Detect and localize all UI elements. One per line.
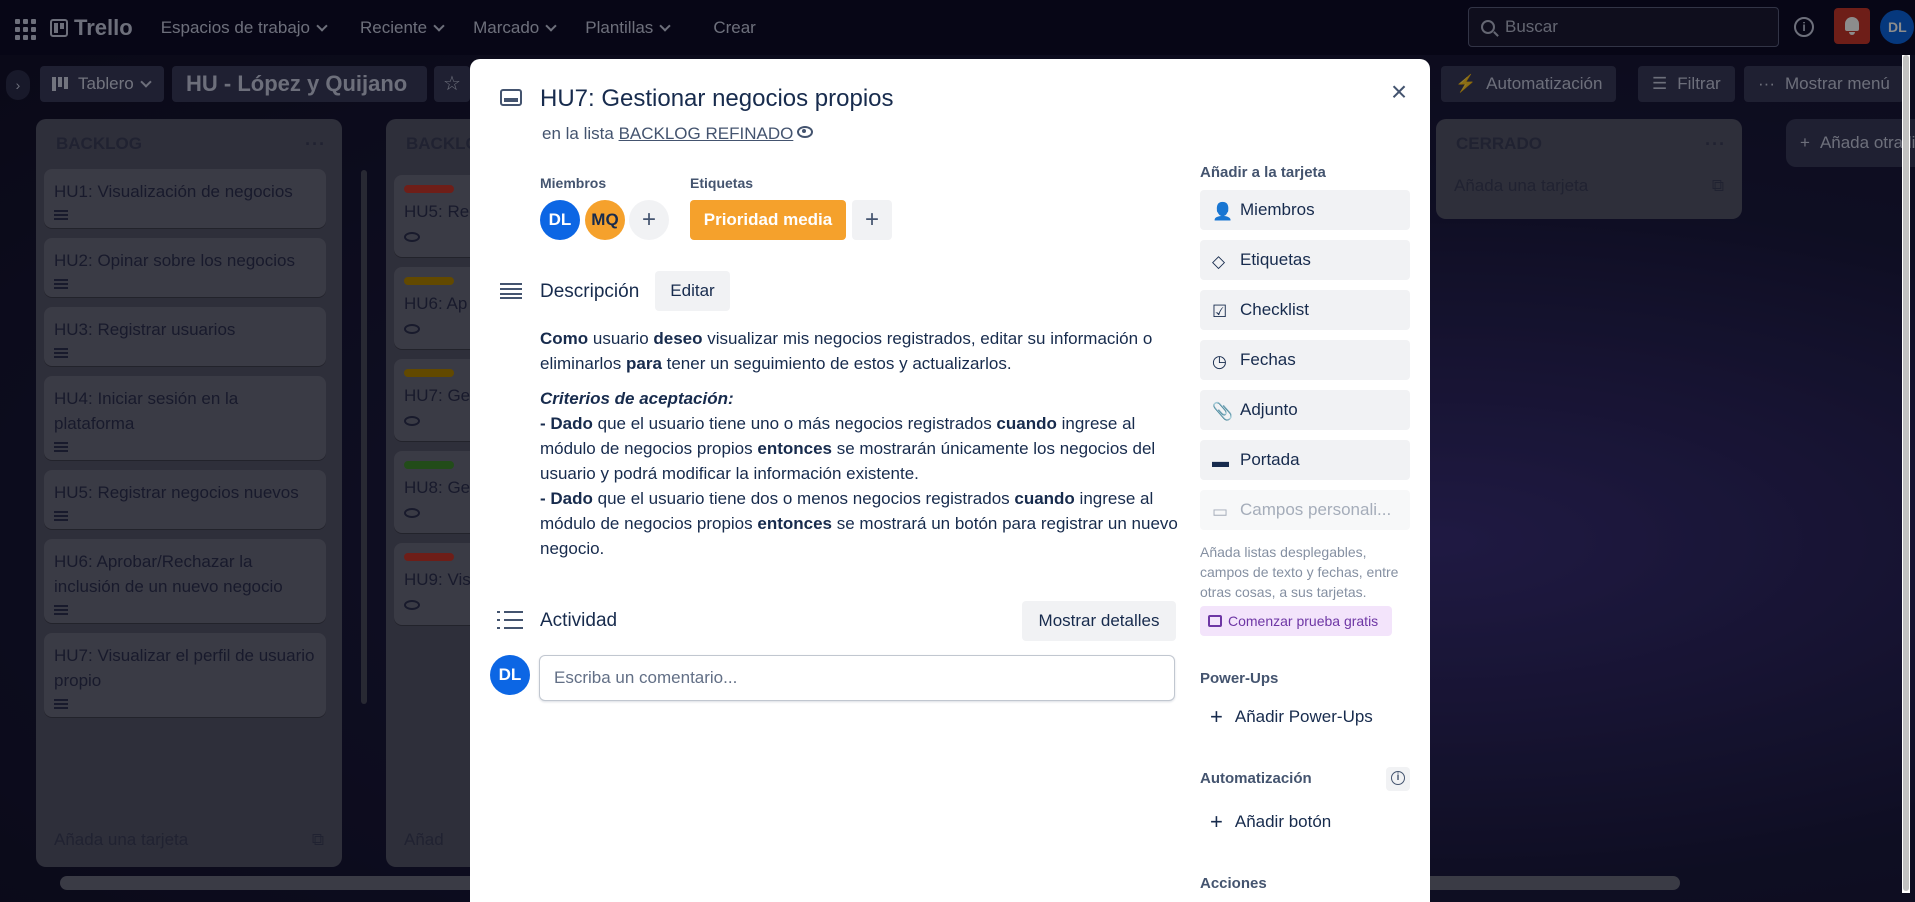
add-button-button[interactable]: + Añadir botón <box>1200 802 1410 842</box>
custom-fields-button[interactable]: ▭ Campos personali... <box>1200 490 1410 530</box>
attachment-button[interactable]: 📎 Adjunto <box>1200 390 1410 430</box>
add-powerups-button[interactable]: + Añadir Power-Ups <box>1200 697 1410 737</box>
labels-label: Etiquetas <box>690 175 754 191</box>
powerups-label: Power-Ups <box>1200 670 1279 687</box>
add-member-button[interactable]: + <box>629 200 669 240</box>
info-icon[interactable] <box>1386 767 1410 791</box>
add-to-card-label: Añadir a la tarjeta <box>1200 164 1326 181</box>
cover-button[interactable]: ▬ Portada <box>1200 440 1410 480</box>
comment-avatar: DL <box>490 655 530 695</box>
activity-icon <box>497 610 523 630</box>
checkbox-icon: ☑ <box>1212 302 1228 321</box>
clock-icon: ◷ <box>1212 352 1227 371</box>
page-scrollbar-thumb[interactable] <box>1903 55 1909 891</box>
label-prioridad-media[interactable]: Prioridad media <box>690 200 846 240</box>
member-avatar[interactable]: DL <box>540 200 580 240</box>
labels-button[interactable]: ◇ Etiquetas <box>1200 240 1410 280</box>
start-trial-button[interactable]: Comenzar prueba gratis <box>1200 606 1392 636</box>
tag-icon: ◇ <box>1212 252 1226 271</box>
list-link[interactable]: BACKLOG REFINADO <box>619 124 794 143</box>
plus-icon: + <box>1210 704 1223 729</box>
custom-fields-icon: ▭ <box>1212 502 1229 521</box>
description-title: Descripción <box>540 281 640 302</box>
cover-icon: ▬ <box>1212 452 1229 471</box>
page-scrollbar[interactable] <box>1902 55 1910 893</box>
close-icon[interactable]: × <box>1381 74 1417 110</box>
add-label-button[interactable]: + <box>852 200 892 240</box>
gift-icon <box>1208 615 1222 627</box>
activity-title: Actividad <box>540 610 618 631</box>
actions-label: Acciones <box>1200 875 1267 892</box>
plus-icon: + <box>1210 809 1223 834</box>
automation-label: Automatización <box>1200 770 1312 787</box>
card-list-info: en la lista BACKLOG REFINADO <box>542 124 794 143</box>
description-icon <box>500 283 522 299</box>
card-icon <box>500 89 522 106</box>
watch-icon[interactable] <box>797 126 813 138</box>
show-details-button[interactable]: Mostrar detalles <box>1022 601 1176 641</box>
paperclip-icon: 📎 <box>1212 402 1234 421</box>
members-button[interactable]: 👤 Miembros <box>1200 190 1410 230</box>
edit-description-button[interactable]: Editar <box>655 271 730 311</box>
person-icon: 👤 <box>1212 202 1234 221</box>
dates-button[interactable]: ◷ Fechas <box>1200 340 1410 380</box>
custom-fields-note: Añada listas desplegables, campos de tex… <box>1200 544 1399 600</box>
members-label: Miembros <box>540 175 607 191</box>
member-avatar[interactable]: MQ <box>585 200 625 240</box>
card-title[interactable]: HU7: Gestionar negocios propios <box>540 85 894 113</box>
checklist-button[interactable]: ☑ Checklist <box>1200 290 1410 330</box>
description-text[interactable]: Como usuario deseo visualizar mis negoci… <box>540 326 1180 561</box>
comment-input[interactable]: Escriba un comentario... <box>539 655 1175 701</box>
